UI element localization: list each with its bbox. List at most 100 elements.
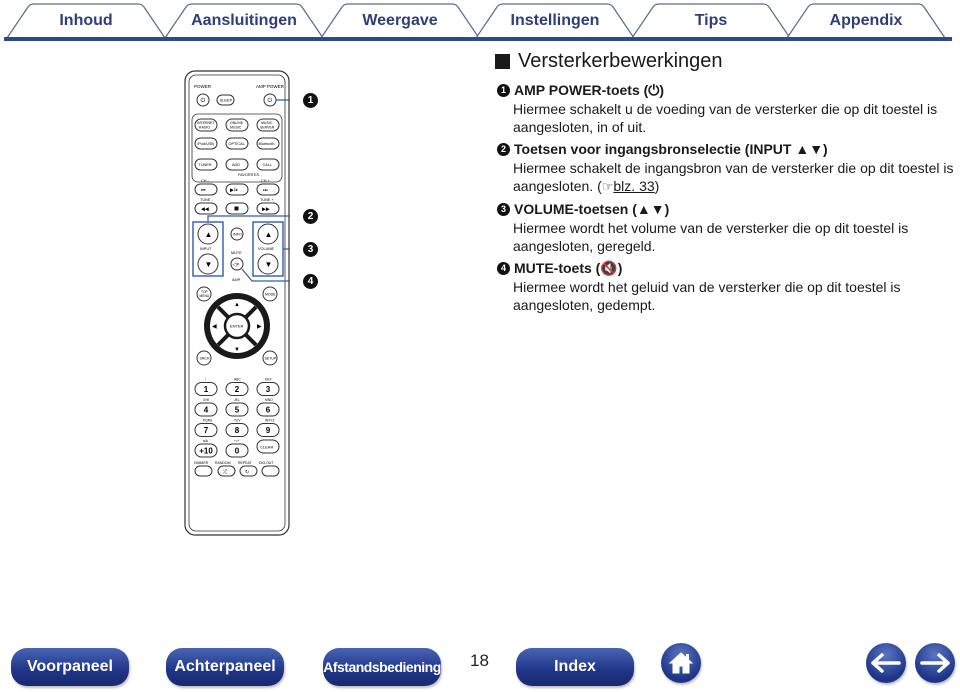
afstandsbediening-button[interactable]: Afstandsbediening <box>323 648 441 686</box>
tab-instellingen[interactable]: Instellingen <box>475 3 635 39</box>
list-item: 4 MUTE-toets (🔇) Hiermee wordt het geluid… <box>497 259 957 314</box>
mute-label: MUTE <box>231 251 242 255</box>
keypad-key-label: 4 <box>204 406 209 415</box>
input-down-icon: ▼ <box>205 260 213 269</box>
tab-bar: Inhoud Aansluitingen Weergave Instelling… <box>0 0 960 42</box>
ch-minus-label: CH - <box>201 179 210 183</box>
section-title: Versterkerbewerkingen <box>495 50 957 73</box>
previous-page-button[interactable] <box>866 643 906 683</box>
setup-label: SETUP <box>265 357 277 361</box>
achterpaneel-button[interactable]: Achterpaneel <box>166 648 284 686</box>
item-body: Hiermee schakelt de ingangsbron van de v… <box>513 159 957 196</box>
callout-1: 1 <box>303 93 318 108</box>
item-number: 4 <box>497 262 510 275</box>
bluetooth-label: Bluetooth <box>259 142 275 146</box>
item-title: AMP POWER-toets (⏻) <box>514 82 665 98</box>
sleep-label: SLEEP <box>220 98 233 103</box>
add-label: ADD <box>232 163 240 167</box>
page-number: 18 <box>470 651 489 670</box>
keypad-sublabel: . / <box>203 378 206 382</box>
item-title: Toetsen voor ingangsbronselectie (INPUT … <box>514 141 828 157</box>
tab-tips[interactable]: Tips <box>631 3 791 39</box>
amp-label: AMP <box>232 278 241 282</box>
keypad-key-label: 3 <box>266 385 271 394</box>
list-item: 1 AMP POWER-toets (⏻) Hiermee schakelt u … <box>497 81 957 136</box>
keypad-sublabel: WXYZ <box>265 419 275 423</box>
next-track-button <box>256 183 280 196</box>
tab-inhoud[interactable]: Inhoud <box>6 3 166 39</box>
fast-forward-icon: ▶▶ <box>262 207 270 213</box>
prev-track-button <box>194 183 218 196</box>
mode-label: MODE <box>265 293 276 297</box>
tune-minus-label: TUNE - <box>200 198 213 202</box>
item-body-suffix: ) <box>654 178 660 194</box>
prev-track-icon: ⏮ <box>201 188 206 194</box>
label-amp-power: AMP POWER <box>256 84 285 89</box>
dpad-left-icon: ◀ <box>212 324 217 330</box>
voorpaneel-button[interactable]: Voorpaneel <box>11 648 129 686</box>
internet-radio-label: INTERNET <box>197 121 215 125</box>
home-button[interactable] <box>661 643 701 683</box>
keypad-sublabel: MNO <box>265 398 273 402</box>
input-label: INPUT <box>200 247 212 251</box>
play-pause-icon: ▶/⏸ <box>230 188 238 194</box>
ipod-usb-label: iPod/USB <box>198 142 215 146</box>
item-number: 3 <box>497 203 510 216</box>
item-number: 2 <box>497 143 510 156</box>
keypad-sublabel: JKL <box>234 398 240 402</box>
tune-plus-label: TUNE + <box>260 198 274 202</box>
tab-aansluitingen[interactable]: Aansluitingen <box>164 3 324 39</box>
list-item: 3 VOLUME-toetsen (▲▼) Hiermee wordt het v… <box>497 200 957 255</box>
music-server-label: MUSIC <box>261 121 273 125</box>
srch-label: SRCH <box>200 357 210 361</box>
volume-label: VOLUME <box>258 247 275 251</box>
keypad-sublabel: GHI <box>203 398 209 402</box>
dpad-up-icon: ▲ <box>234 302 240 308</box>
clear-label: CLEAR <box>260 445 273 450</box>
enter-label: ENTER <box>230 324 244 329</box>
next-track-icon: ⏭ <box>263 188 268 194</box>
item-number: 1 <box>497 84 510 97</box>
dpad-right-icon: ▶ <box>257 324 262 330</box>
optical-label: OPTICAL <box>229 142 245 146</box>
next-page-button[interactable] <box>915 643 955 683</box>
volume-down-icon: ▼ <box>265 260 273 269</box>
pointing-hand-icon: ☞ <box>601 179 614 194</box>
item-title: VOLUME-toetsen (▲▼) <box>514 201 670 217</box>
item-body: Hiermee wordt het volume van de versterk… <box>513 220 909 254</box>
tab-appendix[interactable]: Appendix <box>786 3 946 39</box>
callout-2: 2 <box>303 209 318 224</box>
online-music-label-2: MUSIC <box>230 126 242 130</box>
remote-control-illustration: POWER AMP POWER ⏻ SLEEP ⏻ INTERNETRADIO … <box>184 70 290 536</box>
tab-weergave[interactable]: Weergave <box>320 3 480 39</box>
item-body: Hiermee schakelt u de voeding van de ver… <box>513 101 938 135</box>
page-reference-link[interactable]: blz. 33 <box>613 178 654 194</box>
keypad-key-label: 0 <box>235 447 240 456</box>
keypad-key-label: 5 <box>235 406 240 415</box>
keypad-sublabel: +=* <box>234 439 240 443</box>
section-bullet-icon <box>495 54 510 69</box>
section-title-text: Versterkerbewerkingen <box>518 50 723 72</box>
arrow-right-icon <box>920 653 950 673</box>
mute-icon: ◁× <box>233 262 240 268</box>
keypad-key-label: +10 <box>199 447 213 456</box>
repeat-label: REPEAT <box>238 461 253 465</box>
dimmer-label: DIMMER <box>194 461 209 465</box>
power-icon: ⏻ <box>201 97 206 104</box>
keypad-sublabel: a/A <box>203 439 209 443</box>
call-label: CALL <box>263 163 273 167</box>
shuffle-icon: ⤮ <box>223 470 227 476</box>
music-server-label-2: SERVER <box>260 126 275 130</box>
callout-3: 3 <box>303 242 318 257</box>
keypad-key-label: 1 <box>204 385 209 394</box>
index-button[interactable]: Index <box>516 648 634 686</box>
dpad-down-icon: ▼ <box>234 347 240 353</box>
item-body: Hiermee wordt het geluid van de versterk… <box>513 279 901 313</box>
dimmer-button <box>194 465 213 477</box>
volume-up-icon: ▲ <box>265 230 273 239</box>
favorites-label: FAVORITES <box>238 173 259 177</box>
callout-4: 4 <box>303 274 318 289</box>
keypad-key-label: 9 <box>266 426 271 435</box>
top-menu-label-2: MENU <box>200 294 210 298</box>
ch-plus-label: CH + <box>261 179 271 183</box>
